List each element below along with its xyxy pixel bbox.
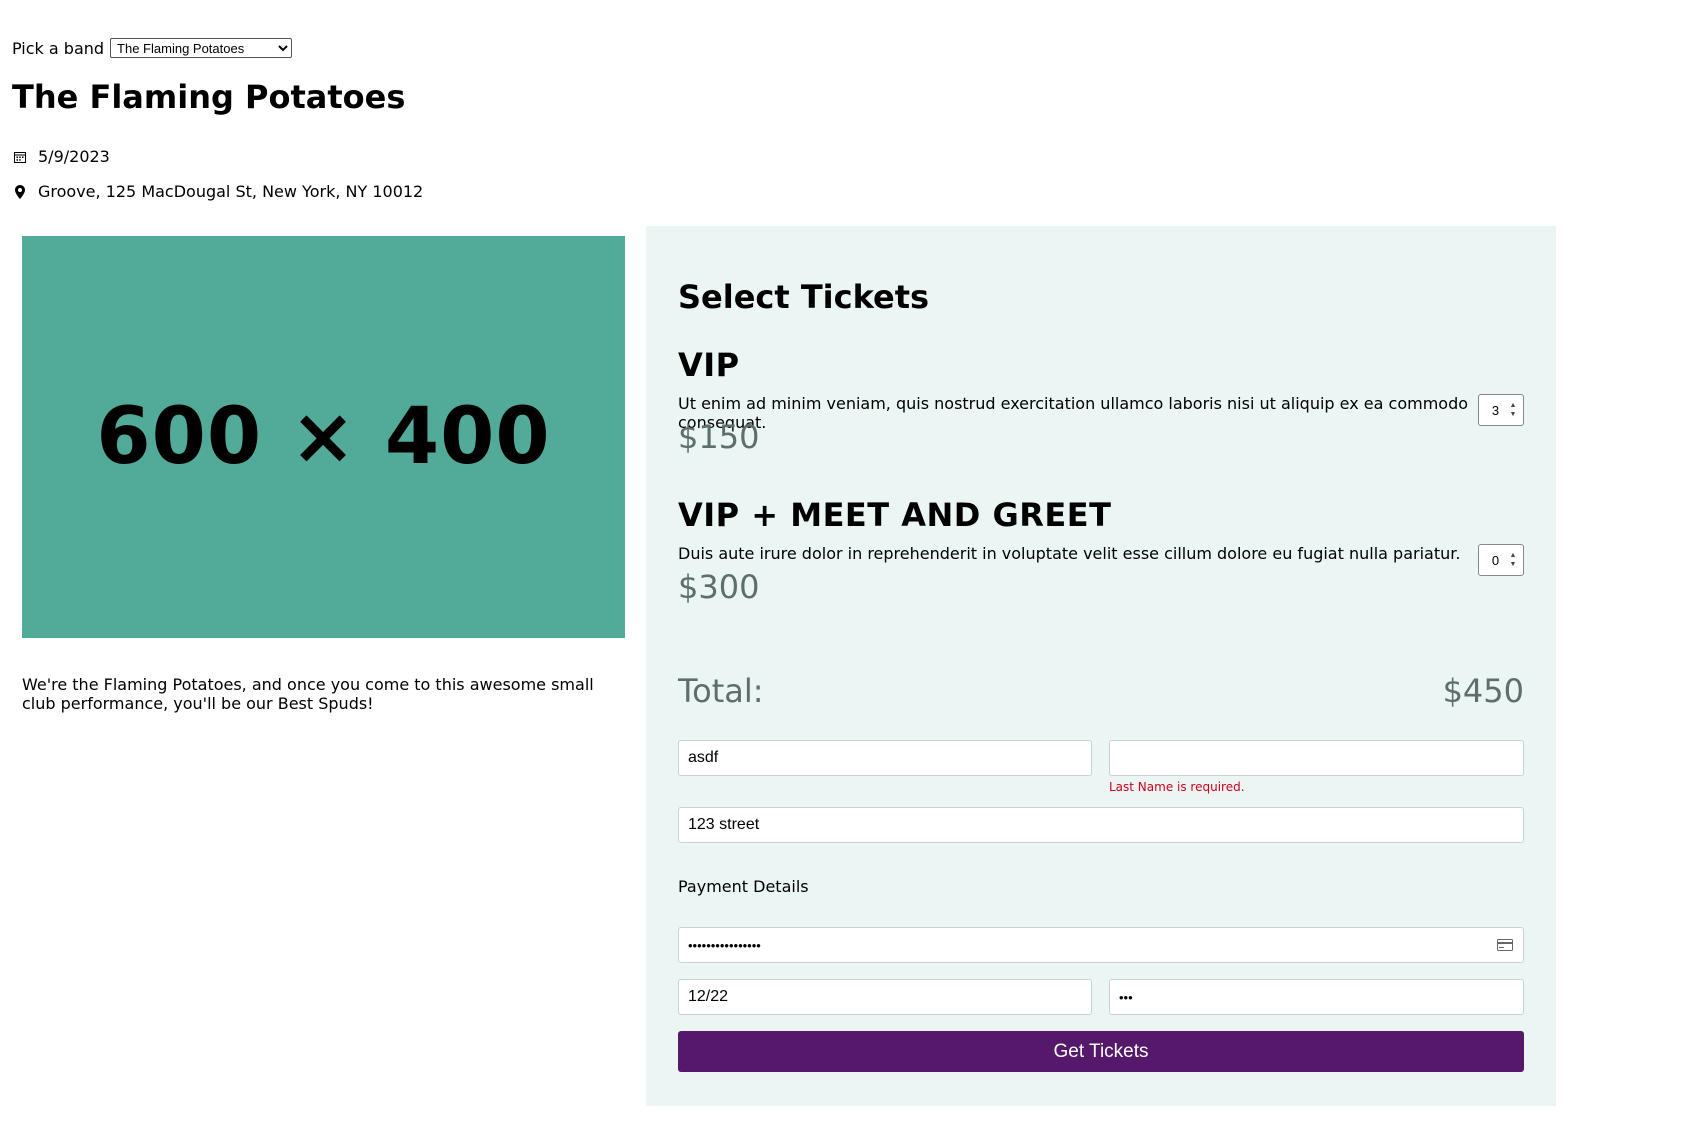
ticket-name: VIP (678, 346, 740, 384)
event-date: 5/9/2023 (38, 147, 110, 166)
ticket-quantity-value[interactable]: 0 (1479, 553, 1506, 568)
ticket-description: Ut enim ad minim veniam, quis nostrud ex… (678, 394, 1469, 432)
total-label: Total: (678, 672, 764, 710)
cvv-field[interactable]: ••• (1109, 979, 1524, 1015)
ticket-quantity-stepper[interactable]: 0 ▲ ▼ (1478, 544, 1524, 576)
stepper-arrows-icon[interactable]: ▲ ▼ (1506, 401, 1520, 419)
last-name-error: Last Name is required. (1109, 780, 1245, 794)
band-description: We're the Flaming Potatoes, and once you… (22, 675, 594, 713)
payment-details-label: Payment Details (678, 877, 809, 896)
address-field[interactable]: 123 street (678, 807, 1524, 843)
get-tickets-button[interactable]: Get Tickets (678, 1031, 1524, 1072)
card-number-value[interactable]: •••••••••••••••• (688, 938, 761, 953)
ticket-price: $150 (678, 418, 760, 456)
ticket-description: Duis aute irure dolor in reprehenderit i… (678, 544, 1461, 563)
ticket-quantity-value[interactable]: 3 (1479, 403, 1506, 418)
first-name-field[interactable]: asdf (678, 740, 1092, 776)
band-title: The Flaming Potatoes (12, 78, 406, 116)
band-select[interactable]: The Flaming Potatoes (110, 38, 293, 58)
checkout-form: asdf Last Name is required. 123 street P… (678, 740, 1524, 1090)
ticket-item: VIP Ut enim ad minim veniam, quis nostru… (678, 346, 1524, 456)
select-tickets-heading: Select Tickets (678, 278, 930, 316)
expiry-field[interactable]: 12/22 (678, 979, 1092, 1015)
event-location-row: Groove, 125 MacDougal St, New York, NY 1… (12, 182, 423, 201)
ticket-name: VIP + MEET AND GREET (678, 496, 1112, 534)
band-picker-label: Pick a band (12, 38, 105, 58)
map-pin-icon (12, 184, 28, 200)
card-number-field[interactable]: •••••••••••••••• (678, 927, 1524, 963)
band-image-placeholder: 600 × 400 (22, 236, 625, 638)
ticket-panel: Select Tickets VIP Ut enim ad minim veni… (646, 226, 1556, 1106)
total-row: Total: $450 (678, 672, 1524, 712)
ticket-quantity-stepper[interactable]: 3 ▲ ▼ (1478, 394, 1524, 426)
event-date-row: 5/9/2023 (12, 147, 110, 166)
ticket-item: VIP + MEET AND GREET Duis aute irure dol… (678, 496, 1524, 606)
stepper-arrows-icon[interactable]: ▲ ▼ (1506, 551, 1520, 569)
last-name-field[interactable] (1109, 740, 1524, 776)
ticket-price: $300 (678, 568, 760, 606)
event-location: Groove, 125 MacDougal St, New York, NY 1… (38, 182, 424, 201)
credit-card-icon (1497, 938, 1513, 952)
calendar-icon (12, 149, 28, 165)
band-image-dimensions: 600 × 400 (96, 392, 551, 482)
total-value: $450 (1442, 672, 1524, 710)
band-picker: Pick a band The Flaming Potatoes (12, 38, 293, 58)
